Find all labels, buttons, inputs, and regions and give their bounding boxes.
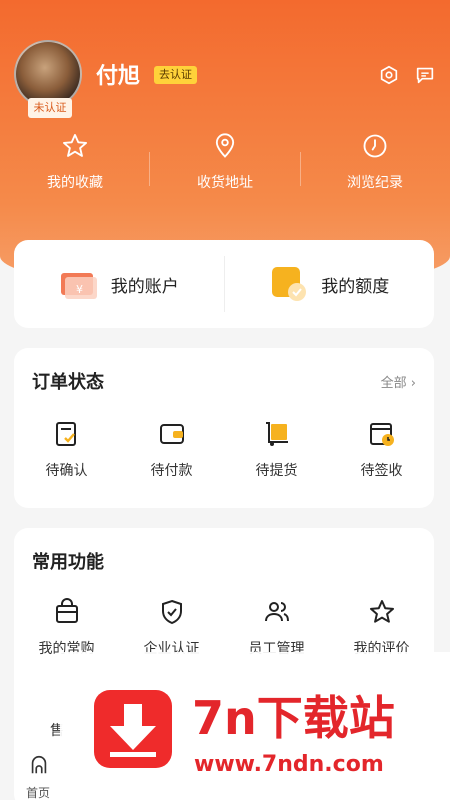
location-pin-icon	[215, 133, 235, 158]
wallet-icon	[159, 424, 184, 444]
my-account-label: 我的账户	[110, 276, 179, 297]
unverified-tag: 未认证	[28, 98, 72, 118]
order-status-title: 订单状态	[32, 372, 104, 393]
order-status-label: 待确认	[45, 463, 88, 479]
certify-badge[interactable]: 去认证	[154, 66, 197, 84]
quick-links: 我的收藏 收货地址 浏览纪录	[0, 132, 450, 204]
function-frequent-purchases[interactable]: 我的常购	[14, 598, 119, 658]
my-quota-label: 我的额度	[321, 276, 390, 297]
user-name: 付旭	[96, 64, 141, 89]
function-staff-management[interactable]: 员工管理	[224, 598, 329, 658]
order-status-label: 待提货	[255, 463, 298, 479]
sign-clock-icon	[369, 423, 394, 446]
home-icon[interactable]	[28, 754, 50, 776]
my-quota-button[interactable]: 我的额度	[225, 240, 435, 328]
watermark-url: www.7ndn.com	[194, 752, 384, 777]
star-outline-icon	[369, 600, 394, 623]
message-icon[interactable]	[414, 64, 436, 86]
order-pending-pickup[interactable]: 待提货	[224, 420, 329, 480]
download-logo-icon	[94, 690, 172, 768]
quota-icon	[272, 267, 307, 301]
account-card: ¥ 我的账户 我的额度	[14, 240, 434, 328]
nav-home-label[interactable]: 首页	[26, 784, 50, 800]
quick-link-history[interactable]: 浏览纪录	[300, 132, 450, 204]
order-status-card: 订单状态 全部 › 待确认 待付款 待提货 待签收	[14, 348, 434, 508]
shopping-bag-icon	[55, 598, 78, 623]
function-enterprise-cert[interactable]: 企业认证	[119, 598, 224, 658]
view-all-label: 全部	[380, 376, 407, 391]
order-status-row: 待确认 待付款 待提货 待签收	[14, 420, 434, 480]
quick-link-label: 我的收藏	[47, 175, 103, 191]
order-status-label: 待签收	[360, 463, 403, 479]
wallet-card-icon: ¥	[60, 273, 97, 299]
quick-link-favorites[interactable]: 我的收藏	[0, 132, 150, 204]
shield-check-icon	[161, 599, 182, 625]
order-pending-confirm[interactable]: 待确认	[14, 420, 119, 480]
quick-link-label: 收货地址	[197, 175, 253, 191]
functions-row: 我的常购 企业认证 员工管理 我的评价	[14, 598, 434, 658]
common-functions-title: 常用功能	[32, 552, 104, 573]
users-icon	[264, 602, 289, 622]
clock-icon	[363, 134, 387, 158]
divider	[300, 152, 301, 186]
view-all-orders-link[interactable]: 全部 ›	[381, 372, 416, 391]
watermark: 7n下载站 www.7ndn.com	[60, 652, 450, 800]
package-icon	[265, 422, 288, 446]
order-pending-payment[interactable]: 待付款	[119, 420, 224, 480]
divider	[149, 152, 150, 186]
quick-link-label: 浏览纪录	[347, 175, 403, 191]
quick-link-address[interactable]: 收货地址	[150, 132, 300, 204]
order-status-label: 待付款	[150, 463, 193, 479]
order-pending-sign[interactable]: 待签收	[329, 420, 434, 480]
watermark-name: 7n下载站	[192, 691, 395, 745]
confirm-doc-icon	[55, 422, 76, 446]
function-my-reviews[interactable]: 我的评价	[329, 598, 434, 658]
bottom-nav: 首页	[0, 748, 60, 800]
my-account-button[interactable]: ¥ 我的账户	[14, 240, 224, 328]
svg-text:¥: ¥	[76, 283, 83, 296]
settings-icon[interactable]	[378, 64, 400, 86]
star-icon	[62, 133, 88, 157]
profile-section: 未认证 付旭 去认证	[14, 38, 436, 128]
